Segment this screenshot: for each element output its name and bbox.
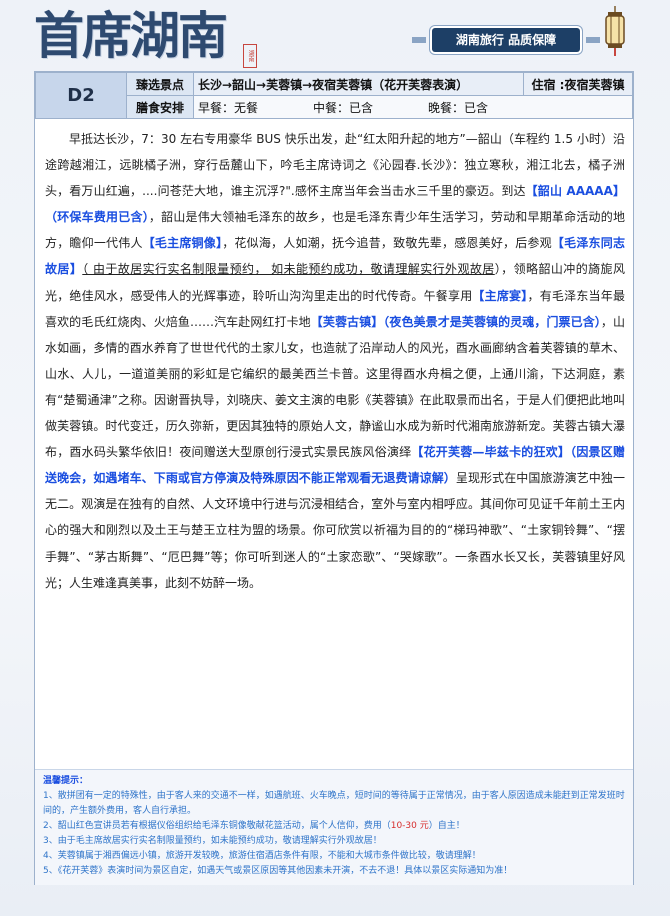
stay-text: 住宿 :夜宿芙蓉镇 [523, 72, 633, 96]
lantern-icon [605, 6, 625, 56]
route-text: 长沙→韶山→芙蓉镇→夜宿芙蓉镇（花开芙蓉表演） [193, 72, 524, 96]
breakfast-text: 早餐：无餐 [198, 100, 259, 115]
dinner-text: 晚餐：已含 [428, 100, 489, 115]
slogan-banner: 湖南旅行 品质保障 [412, 28, 600, 52]
meal-label: 膳食安排 [126, 95, 194, 119]
text-segment: ，山水如画，多情的酉水养育了世世代代的土家儿女，也造就了沿岸动人的风光，酉水画廊… [45, 314, 625, 460]
tip-item: 3、由于毛主席故居实行实名制限量预约，如未能预约成功，敬请理解实行外观故居！ [43, 836, 382, 846]
tip-item: 1、散拼团有一定的特殊性，由于客人来的交通不一样，如遇航班、火车晚点，短时间的等… [43, 791, 625, 816]
text-segment: ，花似海，人如潮，抚今追昔，致敬先辈，感恩美好，后参观 [222, 236, 552, 251]
tips-box: 温馨提示： 1、散拼团有一定的特殊性，由于客人来的交通不一样，如遇航班、火车晚点… [35, 769, 633, 885]
seal-stamp: 湖南 [243, 44, 257, 68]
tip-item: 5、《花开芙蓉》表演时间为景区自定，如遇天气或景区原因等其他因素未开演，不去不退… [43, 866, 513, 876]
lunch-text: 中餐：已含 [313, 100, 374, 115]
itinerary-description: 早抵达长沙，7：30 左右专用豪华 BUS 快乐出发，赴“红太阳升起的地方”—韶… [35, 119, 633, 596]
tip-item: 4、芙蓉镇属于湘西偏远小镇，旅游开发较晚，旅游住宿酒店条件有限，不能和大城市条件… [43, 851, 481, 861]
highlight-banquet: 【主席宴】 [472, 288, 528, 303]
tip-text: ）自主！ [428, 821, 465, 831]
tip-text: 2、韶山红色宣讲员若有根据仪俗组织给毛泽东铜像敬献花篮活动，属个人信仰，费用（ [43, 821, 391, 831]
brand-title: 首席湖南 [34, 6, 228, 65]
highlight-statue: 【毛主席铜像】 [142, 236, 223, 251]
day-header-table: D2 臻选景点 长沙→韶山→芙蓉镇→夜宿芙蓉镇（花开芙蓉表演） 住宿 :夜宿芙蓉… [35, 72, 633, 119]
tips-title: 温馨提示： [43, 776, 89, 786]
itinerary-card: D2 臻选景点 长沙→韶山→芙蓉镇→夜宿芙蓉镇（花开芙蓉表演） 住宿 :夜宿芙蓉… [34, 71, 634, 885]
tip-item: 2、韶山红色宣讲员若有根据仪俗组织给毛泽东铜像敬献花篮活动，属个人信仰，费用（1… [43, 819, 625, 834]
day-label: D2 [35, 72, 127, 119]
meal-row: 早餐：无餐 中餐：已含 晚餐：已含 [193, 95, 633, 119]
highlight-furong-town: 【芙蓉古镇】（夜色美景才是芙蓉镇的灵魂，门票已含） [310, 314, 601, 329]
residence-note: （ 由于故居实行实名制限量预约， 如未能预约成功，敬请理解实行外观故居 [82, 262, 495, 277]
tip-fee: 10-30 元 [390, 821, 429, 831]
scenic-label: 臻选景点 [126, 72, 194, 96]
text-segment: 呈现形式在中国旅游演艺中独一无二。观演是在独有的自然、人文环境中行进与沉浸相结合… [45, 471, 625, 590]
